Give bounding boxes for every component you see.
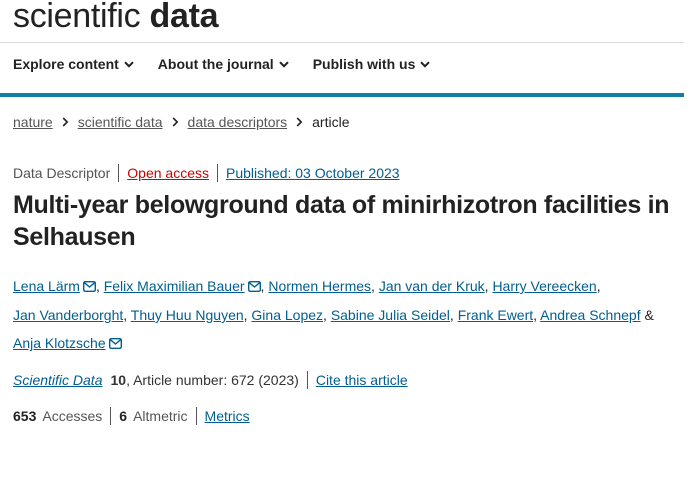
author-separator: , <box>449 307 454 323</box>
meta-divider <box>118 164 120 182</box>
nav-about-journal[interactable]: About the journal <box>158 56 289 72</box>
nav-item-label: Explore content <box>13 56 119 72</box>
article-meta: Data Descriptor Open access Published: 0… <box>13 164 400 182</box>
author-link[interactable]: Sabine Julia Seidel <box>331 307 450 323</box>
author-link[interactable]: Anja Klotzsche <box>13 335 122 351</box>
article-metrics: 653 Accesses 6 Altmetric Metrics <box>13 407 250 425</box>
journal-logo[interactable]: scientific data <box>13 0 219 36</box>
altmetric-count: 6 <box>119 408 128 424</box>
main-nav: Explore content About the journal Publis… <box>13 56 431 72</box>
breadcrumb-data-descriptors[interactable]: data descriptors <box>188 114 288 130</box>
journal-name-link[interactable]: Scientific Data <box>13 372 102 388</box>
published-date-link[interactable]: Published: 03 October 2023 <box>226 165 400 181</box>
author-separator: , <box>371 278 375 294</box>
accesses-count: 653 <box>13 408 37 424</box>
meta-divider <box>216 164 218 182</box>
author-name: Lena Lärm <box>13 278 80 294</box>
breadcrumb-nature[interactable]: nature <box>13 114 53 130</box>
author-separator: , <box>533 307 538 323</box>
author-link[interactable]: Lena Lärm <box>13 278 96 294</box>
cite-article-link[interactable]: Cite this article <box>316 372 408 388</box>
accesses-label: Accesses <box>42 408 103 424</box>
author-separator: , <box>596 278 601 294</box>
chevron-down-icon <box>278 60 289 68</box>
author-name: Felix Maximilian Bauer <box>103 278 245 294</box>
mail-icon <box>82 273 96 301</box>
author-link[interactable]: Jan Vanderborght <box>13 307 123 323</box>
nav-accent-bar <box>0 93 684 97</box>
citation-line: Scientific Data 10 , Article number: 672… <box>13 371 408 389</box>
altmetric-label: Altmetric <box>133 408 188 424</box>
meta-divider <box>110 407 112 425</box>
citation-details: , Article number: 672 (2023) <box>126 372 299 388</box>
author-link[interactable]: Harry Vereecken <box>492 278 596 294</box>
volume-number: 10 <box>110 372 127 388</box>
nav-explore-content[interactable]: Explore content <box>13 56 134 72</box>
nav-item-label: Publish with us <box>312 56 416 72</box>
breadcrumb-current: article <box>312 114 350 130</box>
article-title: Multi-year belowground data of minirhizo… <box>13 191 670 251</box>
author-separator: , <box>323 307 327 323</box>
article-type: Data Descriptor <box>13 165 111 181</box>
author-link[interactable]: Normen Hermes <box>268 278 371 294</box>
author-separator: , <box>243 307 248 323</box>
header-divider <box>0 42 684 43</box>
meta-divider <box>195 407 197 425</box>
chevron-down-icon <box>124 60 134 68</box>
logo-text-light: scientific <box>13 0 141 35</box>
author-separator: , <box>95 278 100 294</box>
breadcrumb-scientific-data[interactable]: scientific data <box>78 114 163 130</box>
chevron-down-icon <box>420 60 431 68</box>
author-link[interactable]: Felix Maximilian Bauer <box>104 278 261 294</box>
author-separator: , <box>260 278 265 294</box>
chevron-right-icon <box>172 117 179 127</box>
author-name: Anja Klotzsche <box>13 335 106 351</box>
open-access-link[interactable]: Open access <box>127 165 209 181</box>
nav-item-label: About the journal <box>157 56 274 72</box>
nav-publish-with-us[interactable]: Publish with us <box>313 56 431 72</box>
author-separator: , <box>123 307 128 323</box>
author-link[interactable]: Gina Lopez <box>251 307 323 323</box>
author-link[interactable]: Andrea Schnepf <box>540 307 640 323</box>
logo-text-bold: data <box>149 0 219 35</box>
chevron-right-icon <box>62 117 69 127</box>
author-link[interactable]: Jan van der Kruk <box>379 278 485 294</box>
chevron-right-icon <box>296 117 303 127</box>
author-separator-amp: & <box>644 307 654 323</box>
breadcrumb: nature scientific data data descriptors … <box>13 114 350 130</box>
author-link[interactable]: Frank Ewert <box>458 307 533 323</box>
metrics-link[interactable]: Metrics <box>205 408 250 424</box>
author-link[interactable]: Thuy Huu Nguyen <box>131 307 244 323</box>
author-list: Lena Lärm, Felix Maximilian Bauer, Norme… <box>13 272 673 358</box>
mail-icon <box>247 273 261 301</box>
meta-divider <box>306 371 308 389</box>
author-separator: , <box>484 278 489 294</box>
mail-icon <box>108 330 122 358</box>
